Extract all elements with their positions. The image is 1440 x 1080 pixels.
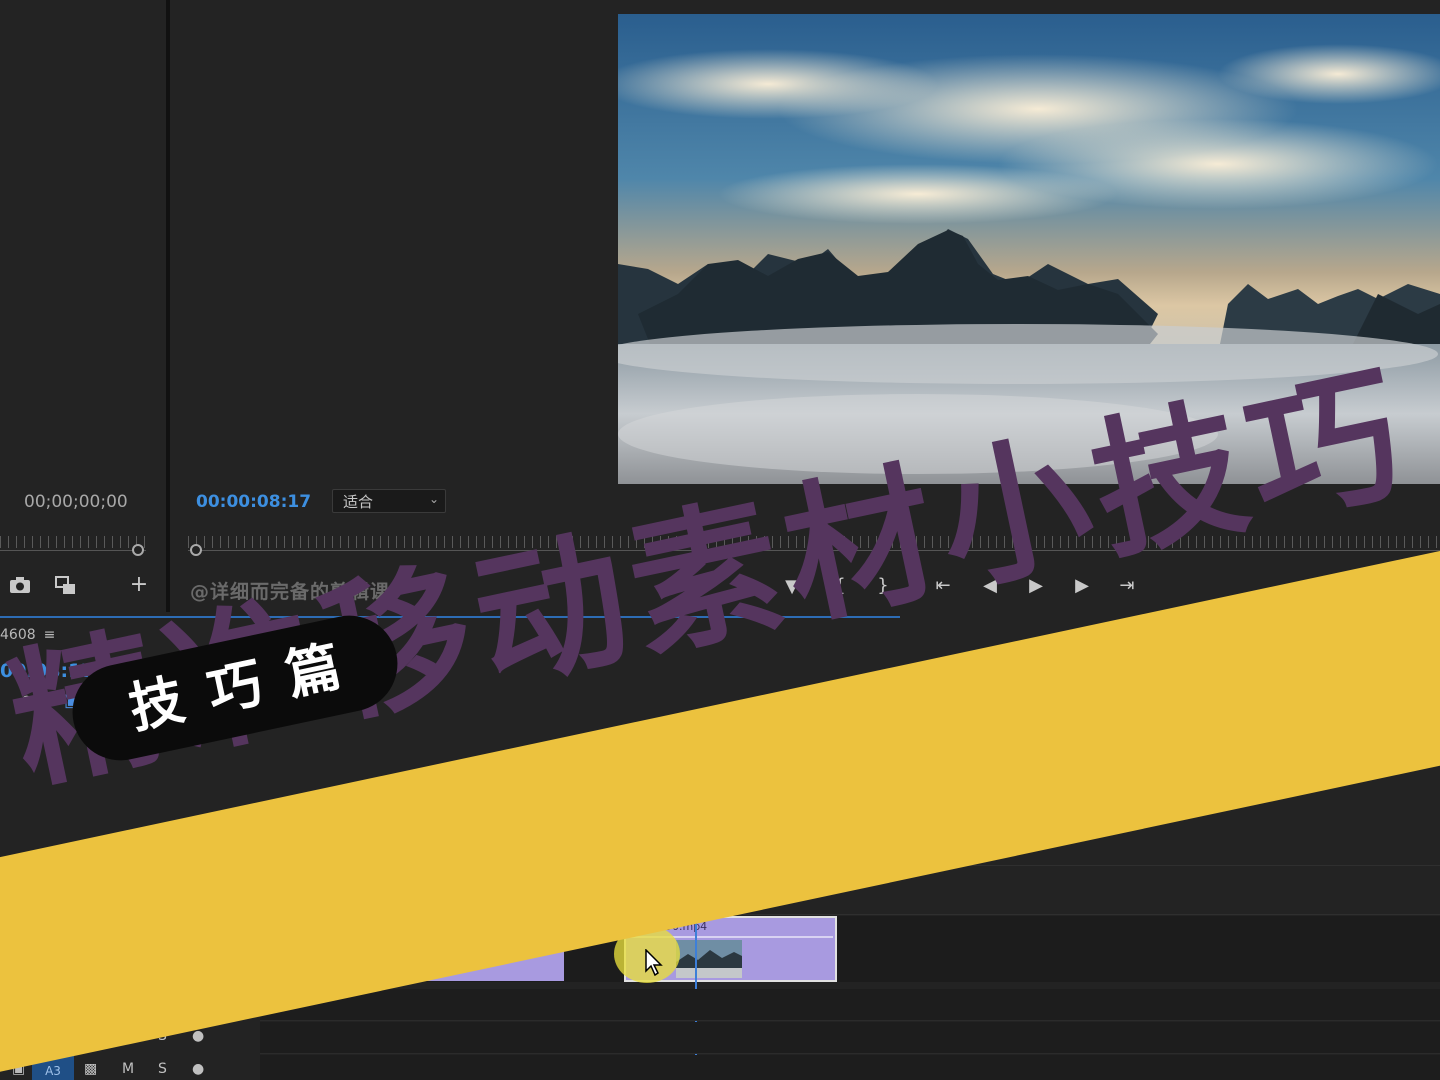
zoom-fit-value: 适合 — [343, 493, 374, 511]
source-monitor-panel: 00;00;00;00 + — [0, 0, 166, 612]
sync-lock-icon[interactable]: ▩ — [84, 1061, 97, 1077]
source-time-ruler[interactable] — [0, 536, 146, 556]
source-timecode[interactable]: 00;00;00;00 — [24, 492, 128, 512]
mute-button[interactable]: M — [122, 1061, 134, 1077]
clip-b-thumbnail — [676, 940, 742, 978]
add-button-icon[interactable]: + — [128, 574, 150, 596]
chevron-down-icon: ⌄ — [428, 492, 439, 506]
source-playhead-knob[interactable] — [132, 544, 144, 556]
audio-lane-a3[interactable] — [260, 1055, 1440, 1080]
zoom-fit-select[interactable]: 适合 ⌄ — [332, 489, 446, 513]
program-timecode[interactable]: 00:00:08:17 — [196, 492, 311, 512]
program-playhead-knob[interactable] — [190, 544, 202, 556]
mouse-pointer-icon — [645, 949, 663, 977]
camera-icon[interactable] — [8, 576, 32, 599]
audio-lane-a1[interactable] — [260, 989, 1440, 1021]
overwrite-icon[interactable] — [54, 576, 78, 601]
audio-lane-a2[interactable] — [260, 1022, 1440, 1054]
microphone-icon[interactable]: ● — [192, 1061, 204, 1077]
solo-button[interactable]: S — [158, 1061, 167, 1077]
